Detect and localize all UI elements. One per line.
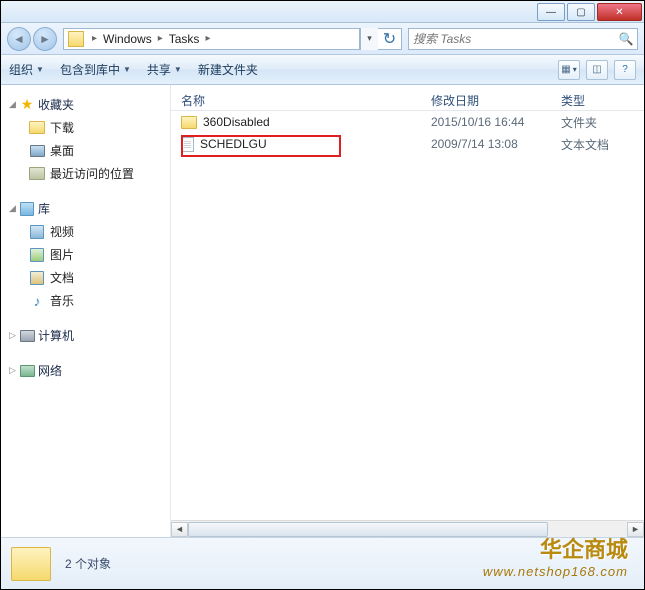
nav-item-label: 桌面 (50, 142, 74, 159)
music-icon: ♪ (29, 293, 45, 309)
nav-item-label: 文档 (50, 269, 74, 286)
nav-favorites[interactable]: ◢ ★ 收藏夹 (5, 93, 166, 116)
nav-favorites-label: 收藏夹 (38, 96, 74, 113)
horizontal-scrollbar[interactable]: ◄ ► (171, 520, 644, 537)
folder-icon (29, 121, 45, 134)
breadcrumb-tasks[interactable]: Tasks (165, 32, 204, 46)
folder-icon (181, 116, 197, 129)
file-date: 2009/7/14 13:08 (431, 137, 561, 151)
col-header-name[interactable]: 名称 (171, 92, 431, 109)
chevron-right-icon[interactable]: ▸ (90, 33, 99, 44)
minimize-button[interactable]: — (537, 3, 565, 21)
nav-item-desktop[interactable]: 桌面 (5, 139, 166, 162)
navigation-pane: ◢ ★ 收藏夹 下载 桌面 最近访问的位置 ◢ 库 视频 图片 文档 ♪ 音乐 ▷… (1, 85, 171, 537)
nav-libraries[interactable]: ◢ 库 (5, 197, 166, 220)
folder-icon (11, 547, 51, 581)
scroll-track[interactable] (188, 522, 627, 537)
chevron-down-icon: ◢ (9, 99, 19, 110)
video-icon (30, 225, 44, 239)
window-titlebar: — ▢ ✕ (1, 1, 644, 23)
view-options-button[interactable]: ▦▾ (558, 60, 580, 80)
nav-item-label: 下载 (50, 119, 74, 136)
nav-item-label: 音乐 (50, 292, 74, 309)
nav-item-videos[interactable]: 视频 (5, 220, 166, 243)
file-list: 名称 修改日期 类型 360Disabled 2015/10/16 16:44 … (171, 85, 644, 537)
nav-item-recent[interactable]: 最近访问的位置 (5, 162, 166, 185)
column-headers: 名称 修改日期 类型 (171, 85, 644, 111)
refresh-icon: ↻ (383, 29, 396, 49)
help-button[interactable]: ? (614, 60, 636, 80)
chevron-right-icon[interactable]: ▸ (203, 33, 212, 44)
col-header-date[interactable]: 修改日期 (431, 92, 561, 109)
chevron-down-icon: ◢ (9, 203, 19, 214)
status-count: 2 个对象 (65, 555, 111, 572)
computer-icon (20, 330, 35, 342)
search-box[interactable]: 🔍 (408, 28, 638, 50)
chevron-right-icon: ▷ (9, 330, 19, 341)
picture-icon (30, 248, 44, 262)
file-date: 2015/10/16 16:44 (431, 115, 561, 129)
organize-menu[interactable]: 组织▼ (9, 61, 44, 78)
file-list-body: 360Disabled 2015/10/16 16:44 文件夹 SCHEDLG… (171, 111, 644, 520)
nav-network-label: 网络 (38, 362, 62, 379)
breadcrumb[interactable]: ▸ Windows ▸ Tasks ▸ (63, 28, 360, 50)
new-folder-button[interactable]: 新建文件夹 (198, 61, 258, 78)
forward-button[interactable]: ► (33, 27, 57, 51)
main-area: ◢ ★ 收藏夹 下载 桌面 最近访问的位置 ◢ 库 视频 图片 文档 ♪ 音乐 ▷… (1, 85, 644, 537)
share-menu[interactable]: 共享▼ (147, 61, 182, 78)
refresh-button[interactable]: ↻ (378, 28, 402, 50)
search-icon: 🔍 (619, 32, 633, 46)
nav-network[interactable]: ▷ 网络 (5, 359, 166, 382)
nav-item-label: 图片 (50, 246, 74, 263)
preview-pane-button[interactable]: ◫ (586, 60, 608, 80)
maximize-button[interactable]: ▢ (567, 3, 595, 21)
library-icon (20, 202, 34, 216)
breadcrumb-windows[interactable]: Windows (99, 32, 156, 46)
chevron-right-icon[interactable]: ▸ (156, 33, 165, 44)
command-toolbar: 组织▼ 包含到库中▼ 共享▼ 新建文件夹 ▦▾ ◫ ? (1, 55, 644, 85)
scroll-right-button[interactable]: ► (627, 522, 644, 537)
file-type: 文件夹 (561, 114, 641, 131)
nav-libraries-label: 库 (38, 200, 50, 217)
file-type: 文本文档 (561, 136, 641, 153)
network-icon (20, 365, 35, 377)
file-row[interactable]: 360Disabled 2015/10/16 16:44 文件夹 (171, 111, 644, 133)
nav-item-downloads[interactable]: 下载 (5, 116, 166, 139)
back-button[interactable]: ◄ (7, 27, 31, 51)
nav-item-documents[interactable]: 文档 (5, 266, 166, 289)
star-icon: ★ (19, 97, 35, 113)
file-name: 360Disabled (203, 115, 270, 129)
search-input[interactable] (413, 32, 619, 46)
nav-item-music[interactable]: ♪ 音乐 (5, 289, 166, 312)
document-icon (30, 271, 44, 285)
scroll-thumb[interactable] (188, 522, 548, 537)
scroll-left-button[interactable]: ◄ (171, 522, 188, 537)
nav-computer-label: 计算机 (38, 327, 74, 344)
nav-item-label: 最近访问的位置 (50, 165, 134, 182)
folder-icon (68, 31, 84, 47)
address-dropdown[interactable]: ▾ (360, 28, 378, 50)
chevron-right-icon: ▷ (9, 365, 19, 376)
text-file-icon (181, 137, 194, 152)
file-name: SCHEDLGU (200, 137, 267, 151)
nav-computer[interactable]: ▷ 计算机 (5, 324, 166, 347)
desktop-icon (30, 145, 45, 157)
file-row[interactable]: SCHEDLGU 2009/7/14 13:08 文本文档 (171, 133, 644, 155)
include-in-library-menu[interactable]: 包含到库中▼ (60, 61, 131, 78)
nav-item-pictures[interactable]: 图片 (5, 243, 166, 266)
address-bar: ◄ ► ▸ Windows ▸ Tasks ▸ ▾ ↻ 🔍 (1, 23, 644, 55)
col-header-type[interactable]: 类型 (561, 92, 641, 109)
nav-item-label: 视频 (50, 223, 74, 240)
status-bar: 2 个对象 (1, 537, 644, 589)
close-button[interactable]: ✕ (597, 3, 642, 21)
recent-icon (29, 167, 45, 180)
